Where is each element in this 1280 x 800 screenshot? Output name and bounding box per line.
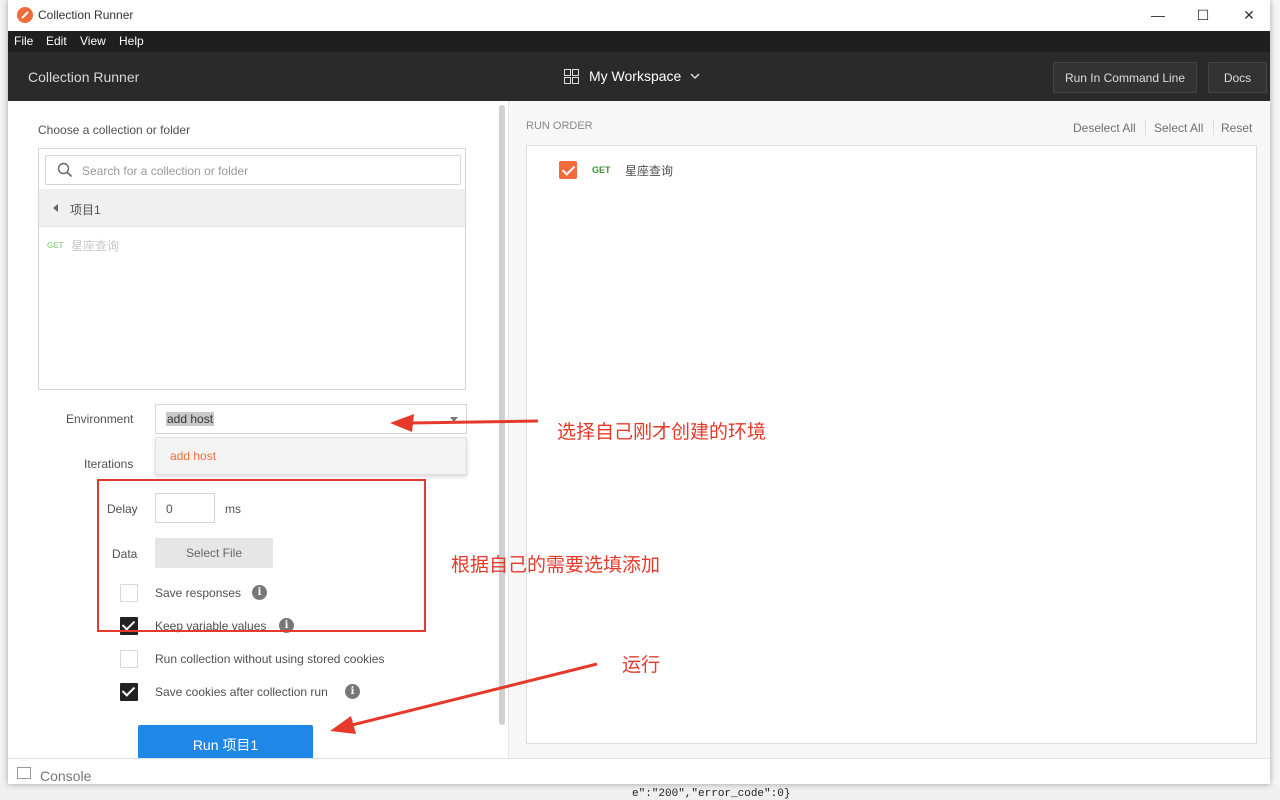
grid-icon (564, 69, 579, 84)
save-cookies-checkbox[interactable] (120, 683, 138, 701)
back-arrow-icon (53, 204, 58, 212)
console-icon (17, 767, 31, 779)
runner-toolbar: Collection Runner My Workspace Run In Co… (8, 52, 1270, 101)
reset-link[interactable]: Reset (1221, 121, 1252, 135)
close-icon[interactable]: ✕ (1229, 4, 1269, 26)
run-order-item-name: 星座查询 (625, 164, 674, 178)
collection-browser: Search for a collection or folder 项目1 GE… (38, 148, 466, 390)
environment-option[interactable]: add host (170, 449, 216, 463)
dropdown-arrow-icon (450, 417, 458, 422)
search-input[interactable]: Search for a collection or folder (45, 155, 461, 185)
choose-collection-label: Choose a collection or folder (38, 123, 191, 137)
annotation-env-text: 选择自己刚才创建的环境 (557, 421, 767, 443)
breadcrumb-collection: 项目1 (70, 203, 101, 217)
request-list-item[interactable]: GET 星座查询 (47, 237, 119, 254)
background-app-left (0, 0, 8, 800)
window-title: Collection Runner (38, 8, 134, 22)
menu-bar: File Edit View Help (8, 31, 1270, 52)
postman-logo-icon (17, 7, 33, 23)
run-order-item-checkbox[interactable] (559, 161, 577, 179)
menu-view[interactable]: View (80, 34, 106, 48)
title-bar: Collection Runner — ☐ ✕ (8, 0, 1270, 31)
deselect-all-link[interactable]: Deselect All (1073, 121, 1136, 135)
workspace-switcher[interactable]: My Workspace (564, 68, 701, 84)
environment-dropdown: add host (155, 437, 467, 475)
maximize-icon[interactable]: ☐ (1183, 4, 1223, 26)
runner-title: Collection Runner (28, 69, 140, 85)
separator (1213, 120, 1214, 135)
workspace-name: My Workspace (589, 68, 682, 84)
environment-select[interactable]: add host (155, 404, 467, 434)
no-stored-cookies-checkbox[interactable] (120, 650, 138, 668)
select-all-link[interactable]: Select All (1154, 121, 1203, 135)
environment-value: add host (166, 412, 215, 426)
save-cookies-label: Save cookies after collection run (155, 685, 328, 699)
annotation-options-text: 根据自己的需要选填添加 (451, 554, 661, 576)
menu-edit[interactable]: Edit (46, 34, 67, 48)
left-panel-scrollbar[interactable] (499, 105, 505, 725)
separator (1145, 120, 1146, 135)
environment-label: Environment (66, 412, 134, 426)
request-name: 星座查询 (71, 239, 120, 253)
menu-help[interactable]: Help (119, 34, 144, 48)
menu-file[interactable]: File (14, 34, 33, 48)
background-code-text: e":"200","error_code":0} (632, 788, 791, 800)
background-app-right (1270, 0, 1280, 800)
run-order-item-method: GET (592, 165, 611, 175)
iterations-label: Iterations (84, 457, 134, 471)
search-placeholder: Search for a collection or folder (82, 164, 249, 178)
docs-button[interactable]: Docs (1208, 62, 1267, 93)
chevron-down-icon (690, 73, 700, 80)
breadcrumb[interactable]: 项目1 (39, 189, 465, 227)
run-order-heading: RUN ORDER (526, 120, 593, 132)
info-icon[interactable]: i (345, 684, 360, 699)
search-icon (57, 162, 73, 178)
annotation-options-box (97, 479, 426, 632)
minimize-icon[interactable]: — (1138, 4, 1178, 26)
run-in-command-line-button[interactable]: Run In Command Line (1053, 62, 1197, 93)
status-bar: Console (8, 758, 1270, 784)
no-stored-cookies-label: Run collection without using stored cook… (155, 652, 385, 666)
annotation-run-text: 运行 (622, 654, 661, 676)
request-method: GET (47, 241, 64, 250)
console-button[interactable]: Console (40, 768, 91, 784)
